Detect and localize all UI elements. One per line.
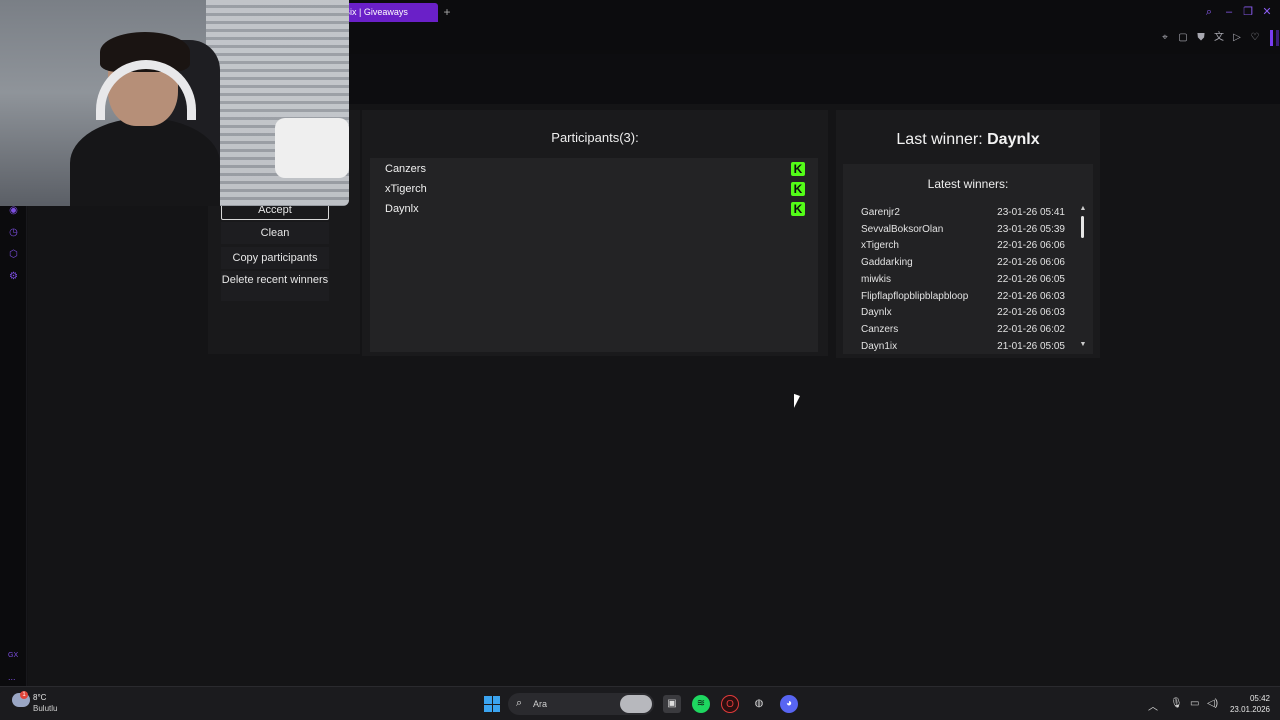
kick-icon: K xyxy=(791,202,805,216)
latest-winners-title: Latest winners: xyxy=(927,177,1009,191)
kick-icon: K xyxy=(791,162,805,176)
delete-recent-winners-button[interactable]: Delete recent winners xyxy=(221,271,329,301)
winners-scrollbar[interactable]: ▲ ▼ xyxy=(1079,205,1087,350)
heart-icon[interactable]: ♡ xyxy=(1248,31,1262,45)
winner-date: 22-01-26 06:05 xyxy=(997,273,1065,285)
participant-name: Canzers xyxy=(385,163,426,175)
volume-icon[interactable]: ◁) xyxy=(1207,698,1218,709)
clock-date: 23.01.2026 xyxy=(1229,705,1270,714)
participant-row[interactable]: Daynlx K xyxy=(385,200,805,218)
last-winner-label: Last winner: xyxy=(896,131,988,148)
winner-name: Daynlx xyxy=(861,307,892,319)
winner-name: SevvalBoksorOlan xyxy=(861,223,944,235)
history-icon[interactable]: ◷ xyxy=(7,226,20,239)
clock-time: 05:42 xyxy=(1249,694,1270,703)
winner-date: 22-01-26 06:06 xyxy=(997,240,1065,252)
winner-row: Daynlx 22-01-26 06:03 xyxy=(861,305,1065,321)
tray-overflow-icon[interactable]: ︿ xyxy=(1148,698,1158,713)
winner-name: Gaddarking xyxy=(861,257,913,269)
new-tab-button[interactable]: + xyxy=(441,4,453,20)
participant-name: xTigerch xyxy=(385,183,427,195)
winner-name: Dayn1ix xyxy=(861,340,898,351)
winner-date: 23-01-26 05:41 xyxy=(997,207,1065,218)
winner-date: 21-01-26 05:05 xyxy=(997,340,1065,351)
minimize-icon[interactable]: – xyxy=(1222,5,1236,19)
participants-title: Participants(3): xyxy=(551,130,639,145)
winner-row: Gaddarking 22-01-26 06:06 xyxy=(861,255,1065,271)
sidebar-accent-dark xyxy=(1276,30,1279,46)
participant-name: Daynlx xyxy=(385,203,419,215)
snapshot-icon[interactable]: ▢ xyxy=(1176,31,1190,45)
winner-name: Flipflapflopblipblapbloop xyxy=(861,290,969,302)
streamer-torso xyxy=(70,118,220,206)
winner-name: Canzers xyxy=(861,323,899,335)
last-winner-heading: Last winner: Daynlx xyxy=(836,131,1100,149)
participant-row[interactable]: Canzers K xyxy=(385,160,805,178)
spotify-icon[interactable]: ≋ xyxy=(692,695,710,713)
winner-name: miwkis xyxy=(861,273,891,285)
start-icon[interactable] xyxy=(484,696,500,712)
participant-row[interactable]: xTigerch K xyxy=(385,180,805,198)
screen: { "browser": { "tab_title": "Bix | Givea… xyxy=(0,0,1280,720)
scroll-down-icon[interactable]: ▼ xyxy=(1079,341,1087,348)
copy-participants-button[interactable]: Copy participants xyxy=(221,247,329,269)
extensions-icon[interactable]: ⬡ xyxy=(7,248,20,261)
gx-label: GX xyxy=(8,652,19,659)
winner-row: Flipflapflopblipblapbloop 22-01-26 06:03 xyxy=(861,289,1065,305)
task-view-icon[interactable]: ▣ xyxy=(663,695,681,713)
tab-giveaways[interactable]: Bix | Giveaways xyxy=(338,3,438,22)
network-icon[interactable]: ▭ xyxy=(1190,698,1199,709)
search-tabs-icon[interactable]: ⌕ xyxy=(1202,5,1216,19)
restore-icon[interactable]: ❐ xyxy=(1241,5,1255,19)
sidebar-accent xyxy=(1270,30,1273,46)
scrollbar-thumb[interactable] xyxy=(1081,216,1084,238)
weather-condition[interactable]: Bulutlu xyxy=(33,704,57,713)
winner-name: xTigerch xyxy=(861,240,899,252)
send-icon[interactable]: ▷ xyxy=(1230,31,1244,45)
last-winner-name: Daynlx xyxy=(987,131,1040,148)
weather-badge: 1 xyxy=(20,691,28,699)
winner-row: Canzers 22-01-26 06:02 xyxy=(861,322,1065,338)
webcam-overlay xyxy=(0,0,349,206)
opera-gx-icon[interactable]: O xyxy=(721,695,739,713)
shield-icon[interactable]: ⛊ xyxy=(1194,31,1208,45)
more-icon[interactable]: ... xyxy=(8,672,16,682)
steam-icon[interactable]: ◍ xyxy=(750,695,768,713)
winner-row: miwkis 22-01-26 06:05 xyxy=(861,272,1065,288)
scroll-up-icon[interactable]: ▲ xyxy=(1079,205,1087,212)
taskbar-clock[interactable]: 05:42 23.01.2026 xyxy=(1226,693,1270,715)
winner-row: SevvalBoksorOlan 23-01-26 05:39 xyxy=(861,222,1065,238)
settings-icon[interactable]: ⚙ xyxy=(7,270,20,283)
pillow xyxy=(275,118,349,178)
search-input[interactable]: Ara xyxy=(533,699,547,709)
kick-icon: K xyxy=(791,182,805,196)
winner-row: Garenjr2 23-01-26 05:41 xyxy=(861,205,1065,221)
winner-row: xTigerch 22-01-26 06:06 xyxy=(861,238,1065,254)
winner-row: Dayn1ix 21-01-26 05:05 xyxy=(861,339,1065,351)
microphone-icon[interactable]: 🎙︎ xyxy=(1170,698,1183,709)
weather-temperature[interactable]: 8°C xyxy=(33,693,46,702)
discord-icon[interactable]: ◕ xyxy=(780,695,798,713)
clean-button[interactable]: Clean xyxy=(221,222,329,244)
pin-icon[interactable]: ⌖ xyxy=(1158,31,1172,45)
winner-date: 22-01-26 06:02 xyxy=(997,323,1065,335)
winner-date: 22-01-26 06:03 xyxy=(997,307,1065,319)
search-highlight-art xyxy=(620,695,652,713)
winner-date: 22-01-26 06:03 xyxy=(997,290,1065,302)
winner-date: 22-01-26 06:06 xyxy=(997,257,1065,269)
winner-date: 23-01-26 05:39 xyxy=(997,223,1065,235)
close-icon[interactable]: ✕ xyxy=(1260,5,1274,19)
winner-name: Garenjr2 xyxy=(861,207,900,218)
search-icon: ⌕ xyxy=(516,697,523,709)
translate-icon[interactable]: 文 xyxy=(1212,31,1226,45)
